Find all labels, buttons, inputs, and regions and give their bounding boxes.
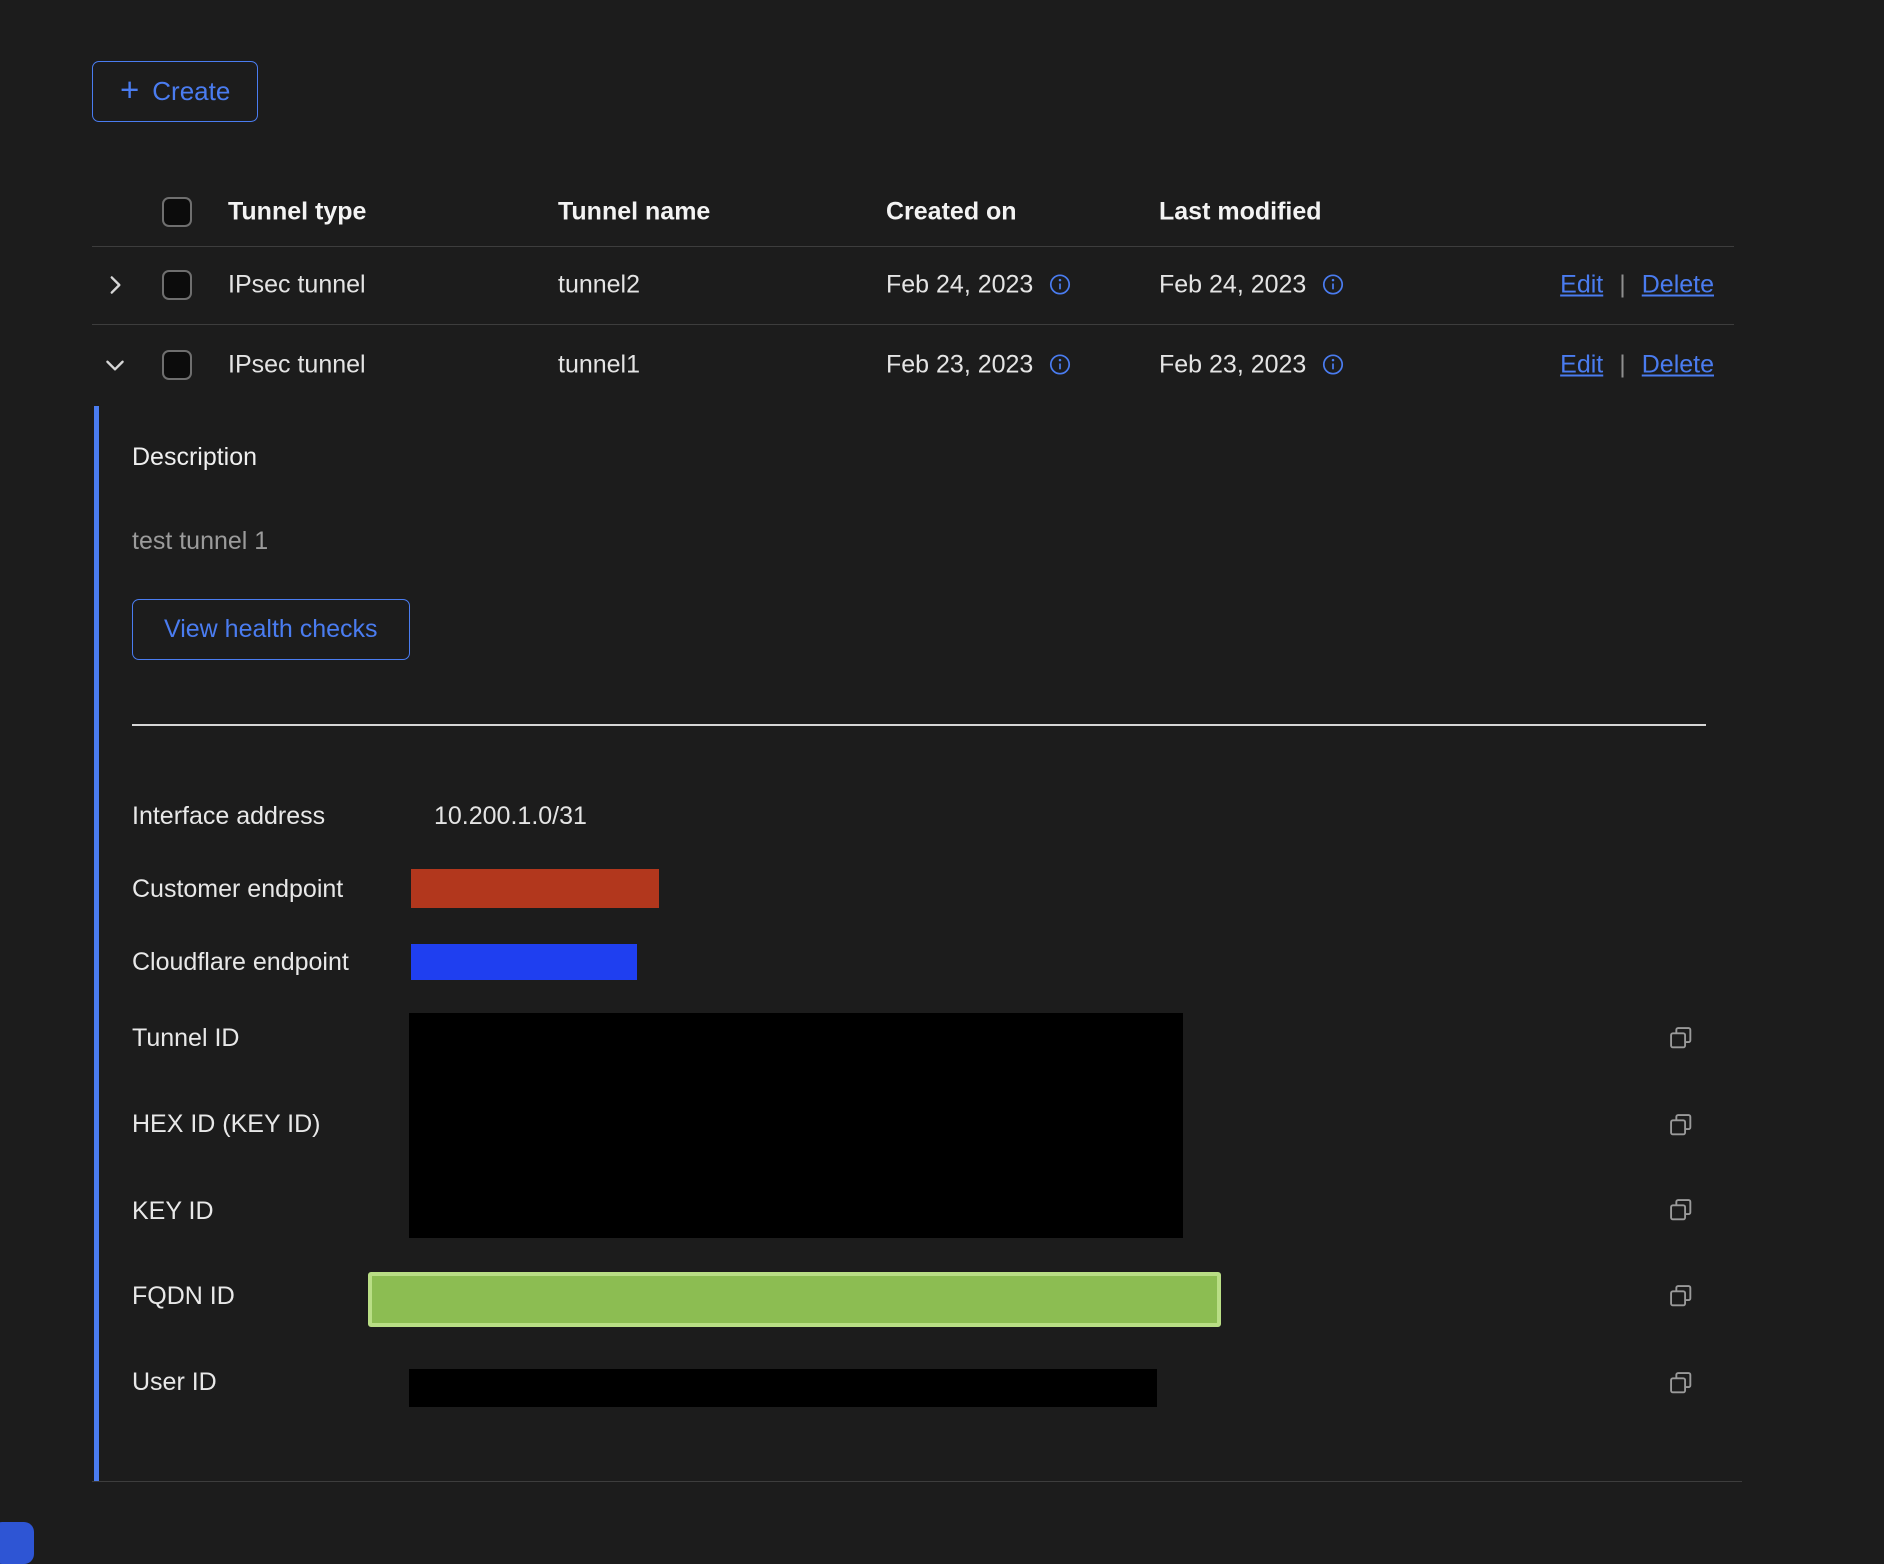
user-id-redacted-value [409, 1369, 1157, 1407]
plus-icon: + [120, 73, 139, 106]
create-button-label: Create [152, 76, 230, 107]
tunnel-id-label: Tunnel ID [132, 1023, 239, 1053]
cloudflare-endpoint-redacted-value [411, 944, 637, 980]
created-on-cell: Feb 23, 2023 [886, 351, 1072, 380]
column-header-tunnel-type: Tunnel type [228, 198, 366, 227]
table-header: Tunnel type Tunnel name Created on Last … [92, 178, 1734, 247]
last-modified-cell: Feb 23, 2023 [1159, 351, 1345, 380]
fqdn-id-label: FQDN ID [132, 1281, 235, 1311]
tunnel-name-cell: tunnel2 [558, 271, 640, 300]
copy-hex-id-button[interactable] [1666, 1111, 1696, 1141]
cloudflare-endpoint-label: Cloudflare endpoint [132, 947, 349, 977]
column-header-last-modified: Last modified [1159, 198, 1322, 227]
chevron-down-icon[interactable] [100, 350, 130, 380]
info-icon[interactable] [1321, 273, 1345, 297]
interface-address-label: Interface address [132, 801, 325, 831]
edit-link[interactable]: Edit [1560, 351, 1603, 380]
table-bottom-divider [92, 1481, 1742, 1482]
row-checkbox[interactable] [162, 350, 192, 380]
expanded-row-indicator-bar [94, 406, 99, 1482]
delete-link[interactable]: Delete [1642, 351, 1714, 380]
created-on-value: Feb 24, 2023 [886, 271, 1033, 299]
select-all-checkbox[interactable] [162, 197, 192, 227]
action-separator: | [1619, 351, 1626, 380]
fqdn-id-redacted-value [368, 1272, 1221, 1327]
tunnel-type-cell: IPsec tunnel [228, 271, 366, 300]
info-icon[interactable] [1048, 273, 1072, 297]
copy-user-id-button[interactable] [1666, 1369, 1696, 1399]
interface-address-value: 10.200.1.0/31 [434, 801, 587, 831]
row-actions: Edit | Delete [1560, 351, 1714, 380]
key-id-label: KEY ID [132, 1196, 214, 1226]
tunnel-type-cell: IPsec tunnel [228, 351, 366, 380]
table-row: IPsec tunnel tunnel1 Feb 23, 2023 Feb 23… [92, 324, 1734, 406]
row-actions: Edit | Delete [1560, 271, 1714, 300]
info-icon[interactable] [1321, 353, 1345, 377]
delete-link[interactable]: Delete [1642, 271, 1714, 300]
last-modified-cell: Feb 24, 2023 [1159, 271, 1345, 300]
chevron-right-icon[interactable] [100, 270, 130, 300]
column-header-tunnel-name: Tunnel name [558, 198, 710, 227]
edit-link[interactable]: Edit [1560, 271, 1603, 300]
ids-redacted-block [409, 1013, 1183, 1238]
detail-divider [132, 724, 1706, 726]
created-on-cell: Feb 24, 2023 [886, 271, 1072, 300]
table-row: IPsec tunnel tunnel2 Feb 24, 2023 Feb 24… [92, 246, 1734, 325]
copy-tunnel-id-button[interactable] [1666, 1024, 1696, 1054]
description-value: test tunnel 1 [132, 527, 268, 556]
bottom-left-blue-square [0, 1522, 34, 1564]
action-separator: | [1619, 271, 1626, 300]
column-header-created-on: Created on [886, 198, 1017, 227]
create-button[interactable]: + Create [92, 61, 258, 122]
row-checkbox[interactable] [162, 270, 192, 300]
description-label: Description [132, 443, 257, 472]
user-id-label: User ID [132, 1367, 217, 1397]
copy-key-id-button[interactable] [1666, 1196, 1696, 1226]
view-health-checks-button[interactable]: View health checks [132, 599, 410, 660]
info-icon[interactable] [1048, 353, 1072, 377]
last-modified-value: Feb 23, 2023 [1159, 351, 1306, 379]
customer-endpoint-label: Customer endpoint [132, 874, 343, 904]
last-modified-value: Feb 24, 2023 [1159, 271, 1306, 299]
created-on-value: Feb 23, 2023 [886, 351, 1033, 379]
copy-fqdn-id-button[interactable] [1666, 1282, 1696, 1312]
hex-id-label: HEX ID (KEY ID) [132, 1109, 320, 1139]
customer-endpoint-redacted-value [411, 869, 659, 908]
tunnel-name-cell: tunnel1 [558, 351, 640, 380]
